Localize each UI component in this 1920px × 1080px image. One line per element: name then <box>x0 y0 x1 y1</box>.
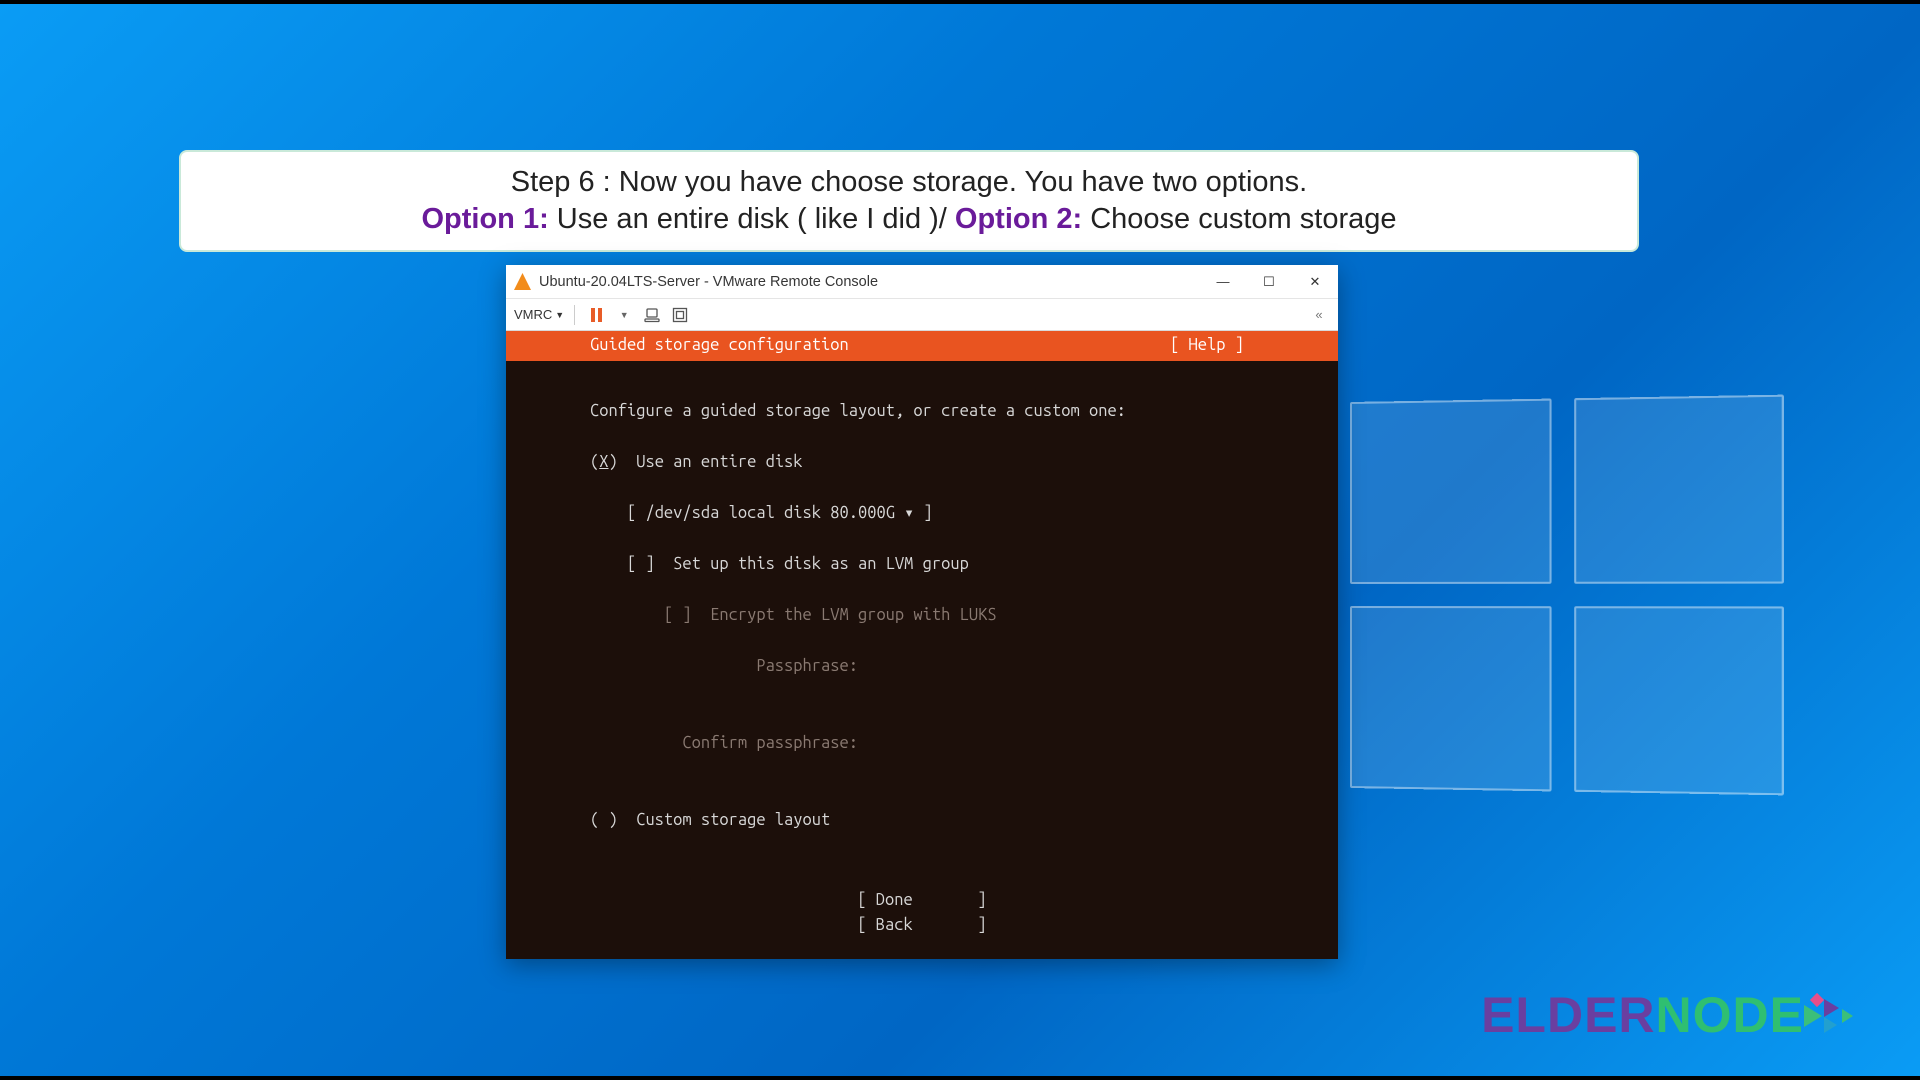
logo-text-node: NODE <box>1656 986 1804 1044</box>
disk-selector-dropdown[interactable]: [ /dev/sda local disk 80.000G ▾ ] <box>627 504 933 522</box>
instruction-line-1: Step 6 : Now you have choose storage. Yo… <box>205 166 1613 199</box>
help-button[interactable]: [ Help ] <box>1170 333 1244 359</box>
installer-prompt: Configure a guided storage layout, or cr… <box>590 402 1126 420</box>
winlogo-tile <box>1574 395 1784 584</box>
option-1-label: Option 1: <box>421 203 548 235</box>
winlogo-tile <box>1350 606 1552 791</box>
back-button[interactable]: [ Back ] <box>857 916 986 934</box>
radio-custom-storage[interactable]: ( ) Custom storage layout <box>590 811 830 829</box>
instruction-line-2: Option 1: Use an entire disk ( like I di… <box>205 203 1613 236</box>
desktop-background: Step 6 : Now you have choose storage. Yo… <box>0 0 1920 1080</box>
confirm-passphrase-label: Confirm passphrase: <box>682 734 858 752</box>
windows-logo <box>1350 395 1784 796</box>
chevron-down-icon: ▼ <box>620 310 629 320</box>
checkbox-encrypt-luks: [ ] Encrypt the LVM group with LUKS <box>664 606 997 624</box>
option-2-label: Option 2: <box>955 203 1082 235</box>
winlogo-tile <box>1574 606 1784 795</box>
window-titlebar[interactable]: Ubuntu-20.04LTS-Server - VMware Remote C… <box>506 265 1338 299</box>
option-2-text: Choose custom storage <box>1082 203 1396 235</box>
collapse-hint-button[interactable]: « <box>1308 304 1330 326</box>
winlogo-tile <box>1350 399 1552 584</box>
ubuntu-installer-console[interactable]: Guided storage configuration [ Help ] Co… <box>506 331 1338 959</box>
fullscreen-button[interactable] <box>669 304 691 326</box>
installer-header: Guided storage configuration [ Help ] <box>506 331 1338 361</box>
radio-use-entire-disk[interactable]: (X) Use an entire disk <box>590 453 803 471</box>
pause-button[interactable] <box>585 304 607 326</box>
minimize-button[interactable]: — <box>1200 265 1246 299</box>
done-button[interactable]: [ Done ] <box>857 891 986 909</box>
instruction-card: Step 6 : Now you have choose storage. Yo… <box>179 150 1639 252</box>
pause-icon <box>591 308 602 322</box>
installer-footer: [ Done ] [ Back ] <box>506 888 1338 949</box>
installer-body: Configure a guided storage layout, or cr… <box>506 361 1338 888</box>
checkbox-lvm-group[interactable]: [ ] Set up this disk as an LVM group <box>627 555 969 573</box>
fullscreen-icon <box>672 307 688 323</box>
eldernode-logo: ELDERNODE <box>1481 986 1862 1044</box>
chevron-down-icon: ▼ <box>555 310 564 320</box>
maximize-button[interactable]: ☐ <box>1246 265 1292 299</box>
vmrc-menu-label: VMRC <box>514 307 552 322</box>
logo-text-elder: ELDER <box>1481 986 1655 1044</box>
power-dropdown[interactable]: ▼ <box>613 304 635 326</box>
window-title: Ubuntu-20.04LTS-Server - VMware Remote C… <box>539 274 878 290</box>
vmrc-menu[interactable]: VMRC ▼ <box>514 307 564 322</box>
vmware-app-icon <box>514 273 531 290</box>
passphrase-label: Passphrase: <box>756 657 858 675</box>
cad-icon <box>644 307 660 323</box>
close-button[interactable]: ✕ <box>1292 265 1338 299</box>
window-controls: — ☐ ✕ <box>1200 265 1338 299</box>
logo-play-graphic <box>1802 993 1862 1038</box>
vmware-toolbar: VMRC ▼ ▼ « <box>506 299 1338 331</box>
send-ctrl-alt-del-button[interactable] <box>641 304 663 326</box>
installer-header-title: Guided storage configuration <box>590 333 1170 359</box>
vmware-remote-console-window: Ubuntu-20.04LTS-Server - VMware Remote C… <box>506 265 1338 959</box>
toolbar-separator <box>574 305 575 325</box>
option-1-text: Use an entire disk ( like I did )/ <box>549 203 955 235</box>
